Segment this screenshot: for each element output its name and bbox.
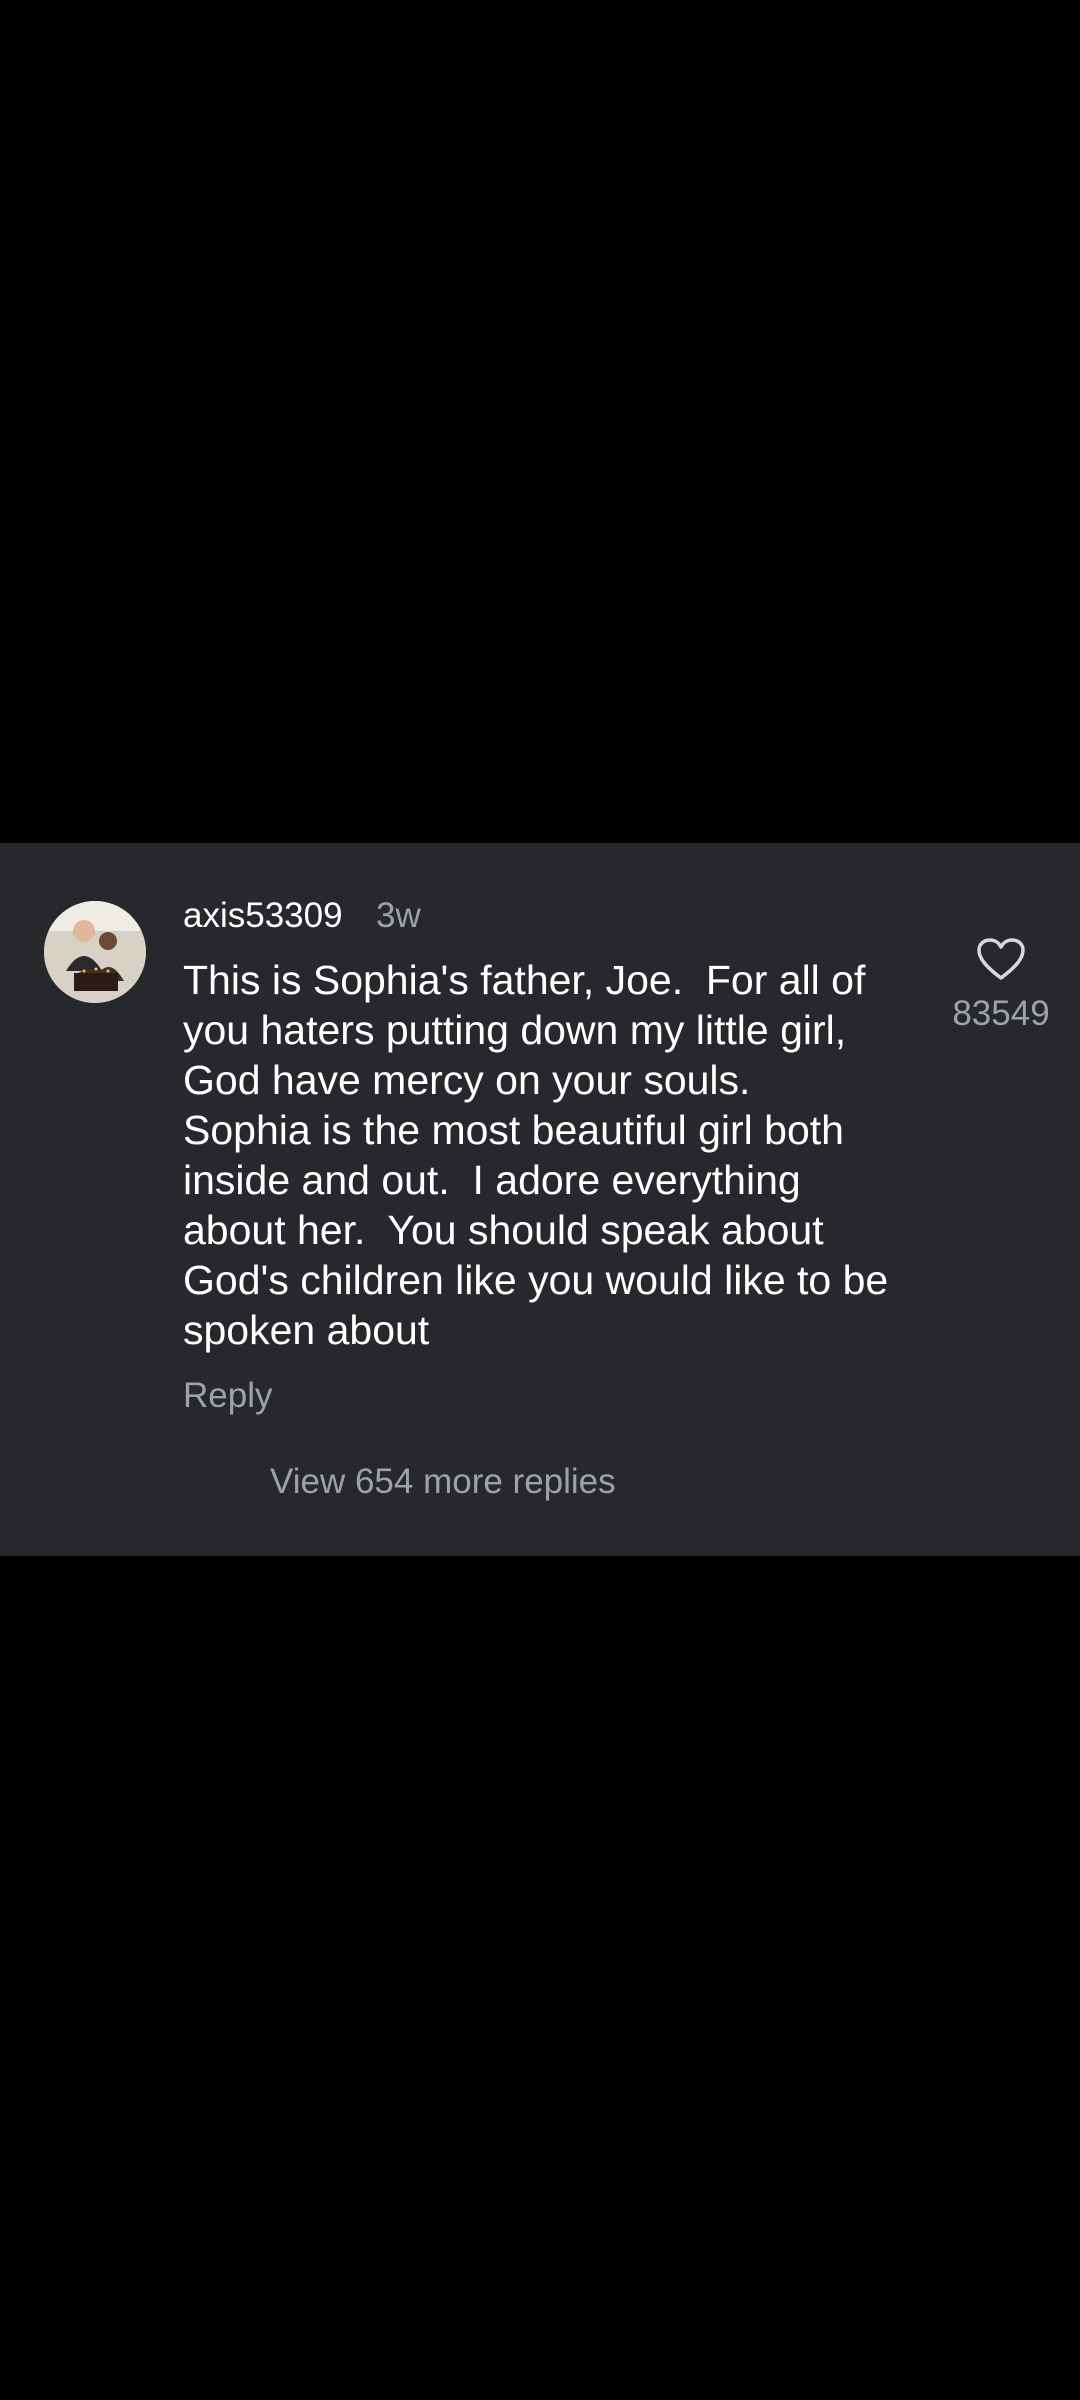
- avatar-photo: [44, 901, 146, 1003]
- comment-username[interactable]: axis53309: [183, 895, 343, 937]
- comment-text: This is Sophia's father, Joe. For all of…: [183, 957, 889, 1353]
- like-button[interactable]: [975, 936, 1027, 982]
- avatar[interactable]: [44, 901, 146, 1003]
- comment-card: axis53309 3w This is Sophia's father, Jo…: [0, 843, 1080, 1556]
- like-count: 83549: [952, 994, 1050, 1033]
- view-more-replies-button[interactable]: View 654 more replies: [270, 1461, 616, 1503]
- comment-timestamp: 3w: [376, 896, 421, 935]
- reply-button[interactable]: Reply: [183, 1375, 272, 1417]
- heart-outline-icon: [977, 938, 1025, 980]
